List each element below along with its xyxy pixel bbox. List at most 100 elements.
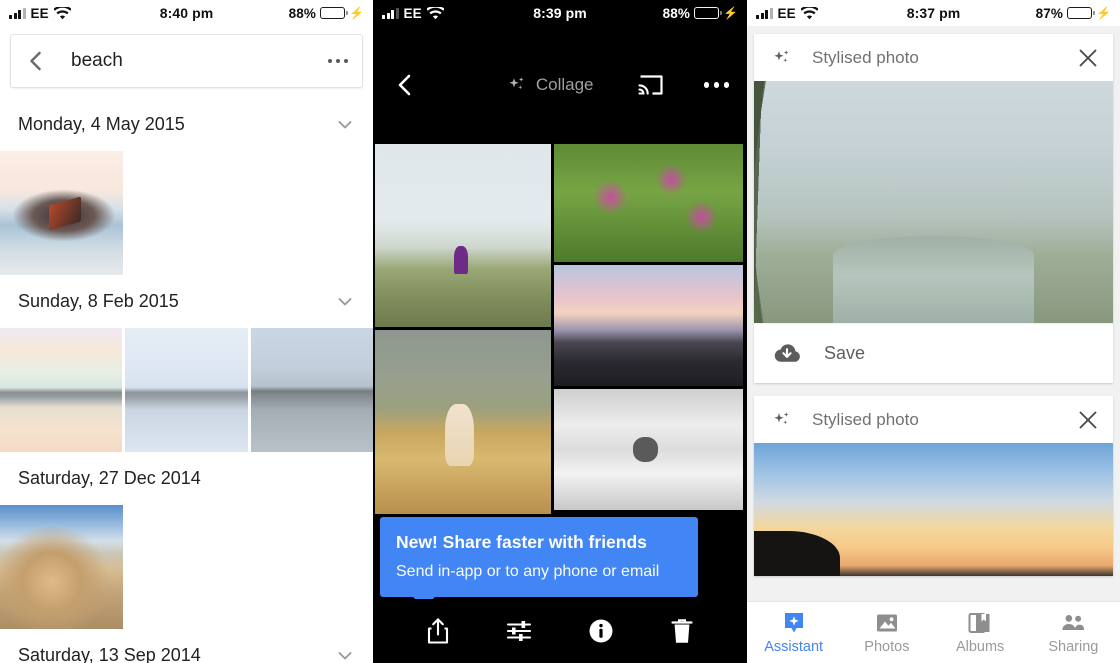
overflow-menu-icon[interactable]	[327, 58, 348, 64]
back-chevron-icon[interactable]	[23, 48, 49, 74]
share-promo-tooltip[interactable]: New! Share faster with friends Send in-a…	[380, 517, 698, 608]
chevron-down-icon[interactable]	[335, 115, 355, 135]
day-group: Monday, 4 May 2015	[0, 98, 373, 275]
photo-thumbnail-grey-beach-horizon[interactable]	[250, 328, 373, 452]
delete-button[interactable]	[667, 616, 697, 646]
close-icon[interactable]	[1077, 409, 1099, 431]
battery-icon	[319, 7, 348, 19]
charging-bolt-icon: ⚡	[1095, 6, 1111, 20]
nav-item-photos[interactable]: Photos	[840, 611, 933, 655]
day-header[interactable]: Saturday, 13 Sep 2014	[0, 629, 373, 663]
cloud-download-icon	[772, 342, 802, 366]
day-date-label: Monday, 4 May 2015	[18, 114, 185, 134]
photos-image-icon	[874, 611, 900, 635]
chevron-down-icon[interactable]	[335, 292, 355, 312]
nav-label-sharing: Sharing	[1048, 638, 1099, 655]
back-chevron-icon[interactable]	[391, 71, 419, 99]
status-right-group: 87% ⚡	[1036, 6, 1111, 21]
day-date-label: Saturday, 13 Sep 2014	[18, 645, 201, 663]
status-left-group: EE	[382, 6, 444, 21]
collage-photo-child-climbing-rocks[interactable]	[375, 330, 551, 514]
status-bar-middle: EE 8:39 pm 88% ⚡	[373, 0, 747, 26]
collage-photo-person-walking-in-misty-field[interactable]	[375, 144, 551, 327]
status-right-group: 88% ⚡	[663, 6, 738, 21]
card-header: Stylised photo	[754, 396, 1113, 443]
signal-bars-icon	[382, 7, 399, 19]
photo-thumbnail-blue-beach-horizon[interactable]	[125, 328, 248, 452]
save-button-label: Save	[824, 343, 866, 363]
overflow-menu-icon[interactable]	[703, 82, 729, 88]
collage-photo-purple-thistle-flowers[interactable]	[554, 144, 743, 262]
signal-bars-icon	[9, 7, 26, 19]
tooltip-title: New! Share faster with friends	[396, 532, 647, 553]
battery-icon	[693, 7, 722, 19]
carrier-label: EE	[777, 5, 796, 21]
chevron-down-icon[interactable]	[335, 646, 355, 663]
nav-item-sharing[interactable]: Sharing	[1027, 611, 1120, 655]
search-bar[interactable]: beach	[10, 34, 363, 88]
collage-column-right	[554, 144, 743, 514]
carrier-label: EE	[403, 5, 422, 21]
assistant-card: Stylised photo	[754, 396, 1113, 576]
card-title: Stylised photo	[812, 47, 919, 67]
photo-thumbnail-child-and-dog-sandcastle[interactable]	[0, 505, 123, 629]
status-left-group: EE	[756, 6, 818, 21]
close-icon[interactable]	[1077, 47, 1099, 69]
panel-search-results: EE 8:40 pm 88% ⚡ beach Monday, 4 May 201…	[0, 0, 373, 663]
search-bar-container: beach	[0, 26, 373, 98]
nav-label-albums: Albums	[955, 638, 1005, 655]
viewer-action-bar	[373, 599, 747, 663]
card-photo-misty-woodland-stream[interactable]	[754, 81, 1113, 323]
collage-badge: Collage	[507, 75, 594, 95]
albums-book-icon	[967, 611, 993, 635]
card-header: Stylised photo	[754, 34, 1113, 81]
battery-percent-label: 88%	[288, 5, 316, 21]
photo-thumbnail-pastel-beach-horizon[interactable]	[0, 328, 123, 452]
tooltip-subtitle: Send in-app or to any phone or email	[396, 563, 660, 580]
day-header[interactable]: Monday, 4 May 2015	[0, 98, 373, 151]
assistant-sparkle-icon	[781, 611, 807, 635]
status-left-group: EE	[9, 6, 71, 21]
collage-title: Collage	[535, 75, 594, 94]
card-title: Stylised photo	[812, 409, 919, 429]
nav-item-albums[interactable]: Albums	[934, 611, 1027, 655]
day-date-label: Sunday, 8 Feb 2015	[18, 291, 179, 311]
card-photo-sunset-sky-over-headland[interactable]	[754, 443, 1113, 576]
collage-photo-hands-holding-seed-monochrome[interactable]	[554, 389, 743, 510]
day-header[interactable]: Sunday, 8 Feb 2015	[0, 275, 373, 328]
viewer-toolbar: Collage	[373, 26, 747, 144]
signal-bars-icon	[756, 7, 773, 19]
charging-bolt-icon: ⚡	[348, 6, 364, 20]
collage-column-left	[375, 144, 551, 514]
bottom-nav-bar: Assistant Photos Albums Sharing	[747, 601, 1120, 663]
thumbnail-row	[0, 505, 373, 629]
day-header[interactable]: Saturday, 27 Dec 2014	[0, 452, 373, 505]
charging-bolt-icon: ⚡	[722, 6, 738, 20]
share-button[interactable]	[423, 616, 453, 646]
carrier-label: EE	[30, 5, 49, 21]
day-group: Sunday, 8 Feb 2015	[0, 275, 373, 452]
battery-percent-label: 88%	[662, 5, 690, 21]
day-date-label: Saturday, 27 Dec 2014	[18, 468, 201, 488]
assistant-card: Stylised photo Save	[754, 34, 1113, 383]
edit-button[interactable]	[504, 616, 534, 646]
collage-photo-sunset-over-rocky-coast[interactable]	[554, 265, 743, 386]
sparkle-icon	[772, 48, 792, 68]
wifi-icon	[426, 6, 444, 20]
info-button[interactable]	[586, 616, 616, 646]
sharing-people-icon	[1060, 611, 1086, 635]
nav-item-assistant[interactable]: Assistant	[747, 611, 840, 655]
search-input[interactable]: beach	[71, 50, 328, 72]
cast-icon[interactable]	[637, 74, 664, 96]
status-right-group: 88% ⚡	[289, 6, 364, 21]
battery-percent-label: 87%	[1035, 5, 1063, 21]
save-action-row[interactable]: Save	[754, 323, 1113, 383]
assistant-card-list[interactable]: Stylised photo Save Stylised photo Assis…	[747, 26, 1120, 663]
battery-icon	[1066, 7, 1095, 19]
wifi-icon	[53, 6, 71, 20]
status-bar-right: EE 8:37 pm 87% ⚡	[747, 0, 1120, 26]
sparkle-icon	[772, 410, 792, 430]
photo-thumbnail-shipwreck-on-rocky-shore[interactable]	[0, 151, 123, 275]
sparkle-icon	[507, 75, 527, 95]
thumbnail-row	[0, 328, 373, 452]
